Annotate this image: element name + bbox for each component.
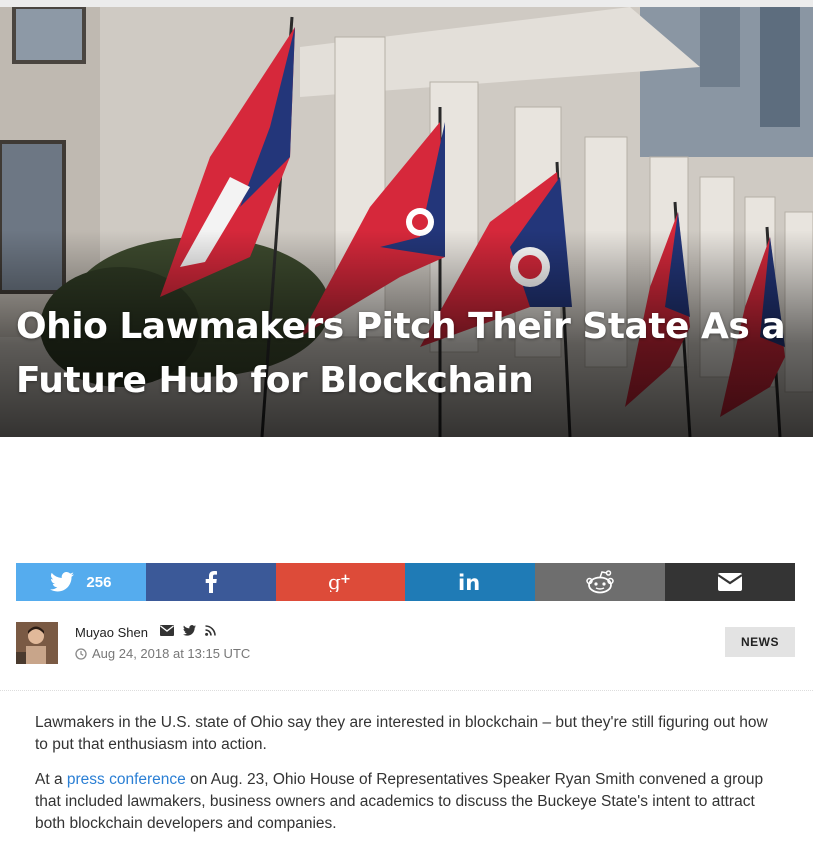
svg-text:in: in: [458, 572, 480, 592]
article-body: Lawmakers in the U.S. state of Ohio say …: [35, 712, 780, 848]
clock-icon: [75, 647, 87, 660]
share-bar: 256 g + in: [16, 563, 795, 601]
rss-icon[interactable]: [205, 625, 216, 636]
facebook-icon: [205, 571, 217, 593]
linkedin-icon: in: [458, 572, 480, 592]
svg-text:+: +: [340, 572, 351, 587]
top-strip: [0, 0, 813, 7]
publish-date: Aug 24, 2018 at 13:15 UTC: [92, 646, 251, 661]
category-badge[interactable]: NEWS: [725, 627, 795, 657]
publish-date-row: Aug 24, 2018 at 13:15 UTC: [75, 646, 250, 661]
author-social-links: [160, 625, 216, 636]
twitter-icon: [50, 572, 75, 592]
share-email-button[interactable]: [665, 563, 795, 601]
paragraph-2-lead: At a: [35, 771, 67, 788]
author-name[interactable]: Muyao Shen: [75, 625, 148, 640]
byline: Muyao Shen Aug 24, 2018 at 13:15 UTC NEW…: [16, 622, 795, 667]
byline-divider: [0, 690, 813, 691]
share-linkedin-button[interactable]: in: [405, 563, 536, 601]
reddit-icon: [586, 570, 614, 594]
envelope-icon[interactable]: [160, 625, 174, 636]
author-avatar[interactable]: [16, 622, 58, 664]
press-conference-link[interactable]: press conference: [67, 771, 186, 788]
share-google-plus-button[interactable]: g +: [275, 563, 406, 601]
share-twitter-button[interactable]: 256: [16, 563, 146, 601]
share-reddit-button[interactable]: [535, 563, 666, 601]
google-plus-icon: g +: [328, 572, 351, 592]
share-facebook-button[interactable]: [145, 563, 276, 601]
article-title: Ohio Lawmakers Pitch Their State As a Fu…: [16, 306, 786, 401]
twitter-icon[interactable]: [183, 625, 196, 636]
article-paragraph-2: At a press conference on Aug. 23, Ohio H…: [35, 769, 780, 835]
article-paragraph-1: Lawmakers in the U.S. state of Ohio say …: [35, 714, 768, 753]
author-photo: [16, 622, 58, 664]
email-icon: [717, 573, 743, 591]
twitter-share-count: 256: [86, 573, 112, 591]
hero-image: Ohio Lawmakers Pitch Their State As a Fu…: [0, 0, 813, 437]
